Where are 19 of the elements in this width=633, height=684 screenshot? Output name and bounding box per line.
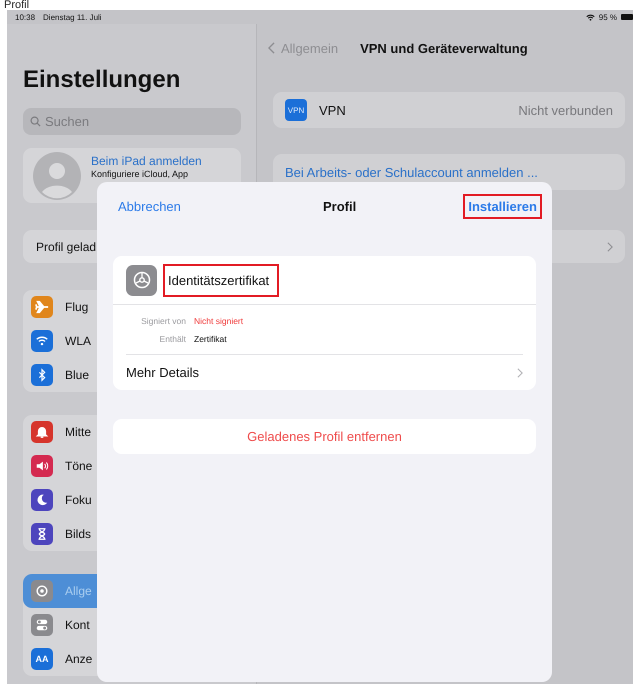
field-label: Enthält (158, 334, 186, 344)
vpn-label: VPN (319, 102, 346, 118)
account-title: Beim iPad anmelden (91, 154, 202, 168)
field-label: Signiert von (140, 316, 186, 326)
sheet-title: Profil (323, 198, 356, 214)
field-value: Zertifikat (194, 334, 227, 344)
field-value: Nicht signiert (194, 316, 244, 326)
page-heading: Profil (3, 0, 30, 10)
profile-name: Identitätszertifikat (163, 264, 280, 296)
notice-label: Profil gelad (36, 240, 96, 254)
vpn-icon: VPN (285, 99, 307, 121)
page-title: VPN und Geräteverwaltung (360, 40, 528, 56)
status-time: 10:38 (15, 12, 36, 22)
account-subtitle: Konfiguriere iCloud, App (91, 169, 190, 179)
status-date: Dienstag 11. Juli (43, 12, 102, 22)
text-size-icon: AA (31, 648, 53, 670)
battery-percentage: 95 % (598, 12, 617, 22)
vpn-status: Nicht verbunden (518, 102, 613, 118)
sidebar-title: Einstellungen (23, 66, 182, 95)
